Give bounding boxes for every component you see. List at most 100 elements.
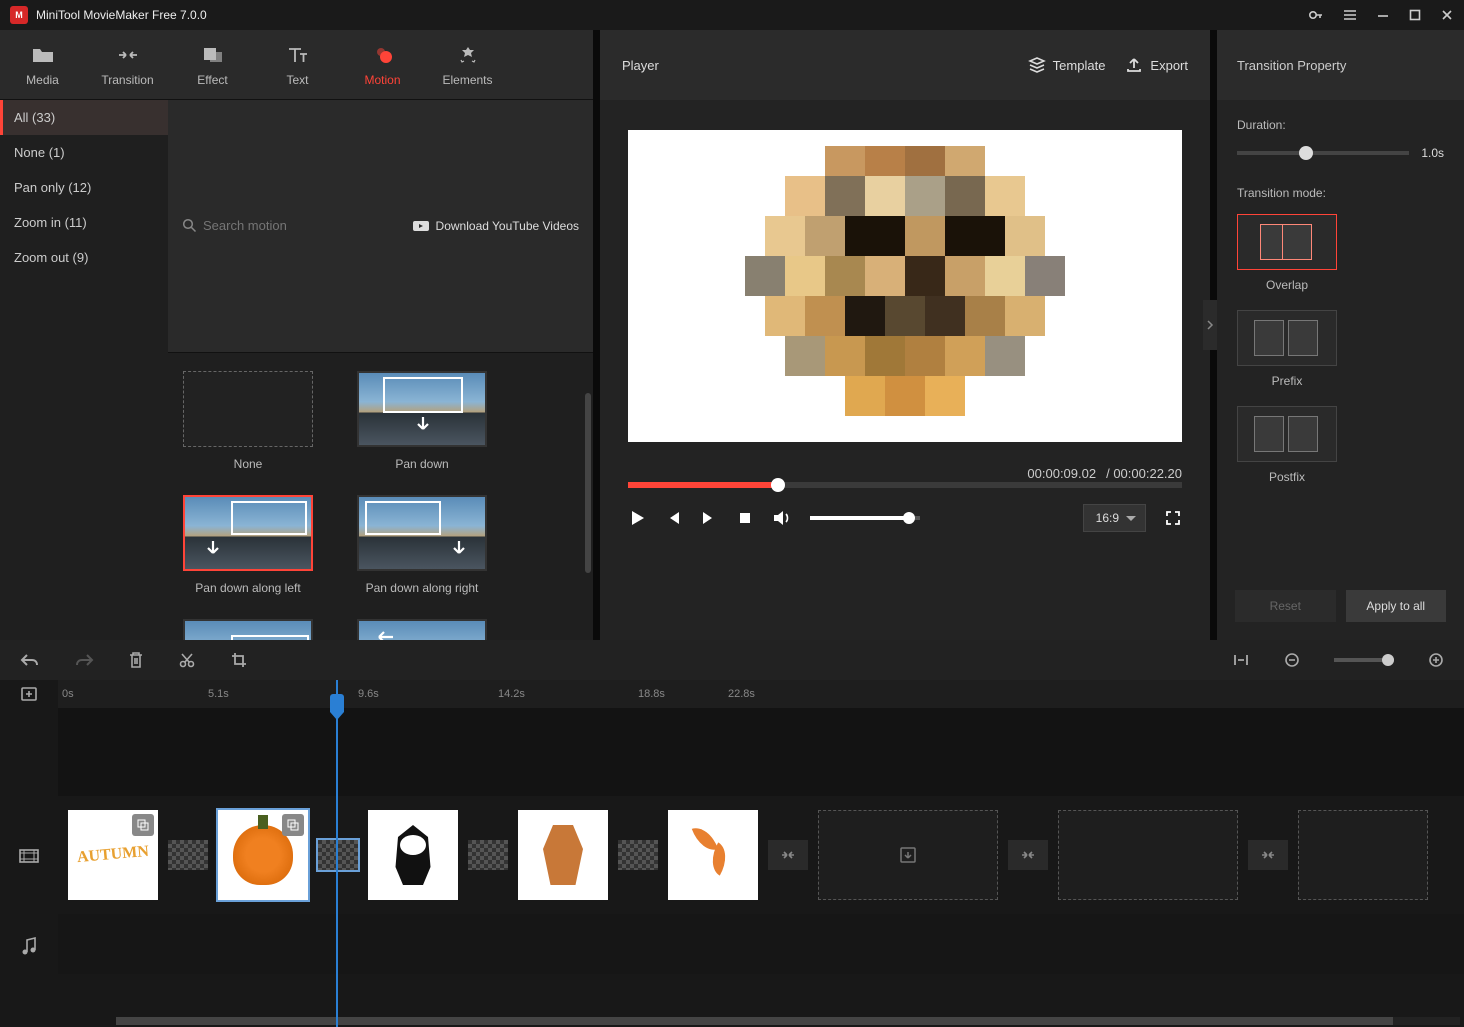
search-input[interactable] — [203, 218, 412, 233]
aspect-select[interactable]: 16:9 — [1083, 504, 1146, 532]
timeline-ruler[interactable]: 0s 5.1s 9.6s 14.2s 18.8s 22.8s — [58, 680, 1464, 708]
undo-button[interactable] — [20, 652, 40, 668]
tab-effect-label: Effect — [197, 73, 227, 87]
duration-value: 1.0s — [1421, 146, 1444, 160]
tab-text[interactable]: Text — [255, 30, 340, 99]
motion-pan-down-left-label: Pan down along left — [195, 581, 300, 595]
transition-placeholder-3[interactable] — [1248, 840, 1288, 870]
category-pan-only[interactable]: Pan only (12) — [0, 170, 168, 205]
mode-prefix[interactable]: Prefix — [1237, 310, 1337, 388]
transition-icon — [115, 43, 141, 67]
effect-icon — [201, 43, 225, 67]
clip-5[interactable] — [668, 810, 758, 900]
transition-slot-2[interactable] — [318, 840, 358, 870]
clip-2[interactable] — [218, 810, 308, 900]
transition-slot-1[interactable] — [168, 840, 208, 870]
mode-label: Transition mode: — [1237, 186, 1444, 200]
duration-label: Duration: — [1237, 118, 1444, 132]
ruler-mark: 18.8s — [638, 688, 665, 700]
clip-media-icon — [132, 814, 154, 836]
ruler-mark: 0s — [62, 688, 74, 700]
template-icon — [1028, 56, 1046, 74]
tab-motion[interactable]: Motion — [340, 30, 425, 99]
zoom-out-button[interactable] — [1284, 652, 1300, 668]
duration-slider[interactable]: 1.0s — [1237, 146, 1444, 160]
tab-elements[interactable]: Elements — [425, 30, 510, 99]
mode-postfix[interactable]: Postfix — [1237, 406, 1337, 484]
search-icon — [182, 218, 197, 233]
reset-button[interactable]: Reset — [1235, 590, 1336, 622]
volume-icon[interactable] — [772, 509, 792, 527]
stop-button[interactable] — [736, 509, 754, 527]
transition-slot-4[interactable] — [618, 840, 658, 870]
download-youtube-button[interactable]: Download YouTube Videos — [412, 219, 579, 233]
maximize-icon[interactable] — [1408, 8, 1422, 22]
motion-pan-down-label: Pan down — [395, 457, 448, 471]
tab-transition[interactable]: Transition — [85, 30, 170, 99]
category-zoom-in[interactable]: Zoom in (11) — [0, 205, 168, 240]
right-panel: Transition Property Duration: 1.0s Trans… — [1217, 30, 1464, 640]
tab-motion-label: Motion — [364, 73, 400, 87]
category-none[interactable]: None (1) — [0, 135, 168, 170]
zoom-slider[interactable] — [1334, 658, 1394, 662]
drop-zone-3[interactable] — [1298, 810, 1428, 900]
right-panel-title: Transition Property — [1217, 30, 1464, 100]
add-track-button[interactable] — [0, 680, 58, 708]
close-icon[interactable] — [1440, 8, 1454, 22]
category-all[interactable]: All (33) — [0, 100, 168, 135]
menu-icon[interactable] — [1342, 7, 1358, 23]
transition-placeholder-1[interactable] — [768, 840, 808, 870]
category-zoom-out[interactable]: Zoom out (9) — [0, 240, 168, 275]
key-icon[interactable] — [1308, 7, 1324, 23]
scrollbar-thumb[interactable] — [585, 393, 591, 573]
fullscreen-button[interactable] — [1164, 509, 1182, 527]
motion-pan-down-right-label: Pan down along right — [366, 581, 479, 595]
motion-pan-down-along-right[interactable]: Pan down along right — [352, 495, 492, 595]
motion-none[interactable]: None — [178, 371, 318, 471]
motion-pan-left[interactable]: Pan left — [178, 619, 318, 641]
app-logo: M — [10, 6, 28, 24]
panel-expand-handle[interactable] — [1203, 300, 1217, 350]
ruler-mark: 14.2s — [498, 688, 525, 700]
export-button[interactable]: Export — [1125, 56, 1188, 74]
apply-all-button[interactable]: Apply to all — [1346, 590, 1447, 622]
prev-button[interactable] — [664, 509, 682, 527]
redo-button[interactable] — [74, 652, 94, 668]
timeline-scrollbar[interactable] — [116, 1017, 1460, 1025]
volume-slider[interactable] — [810, 516, 920, 520]
play-button[interactable] — [628, 509, 646, 527]
audio-track[interactable] — [58, 914, 1464, 974]
motion-pan-left-along-bottom[interactable]: Pan left along bottom — [352, 619, 492, 641]
clip-1[interactable]: AUTUMN — [68, 810, 158, 900]
tab-media[interactable]: Media — [0, 30, 85, 99]
split-button[interactable] — [178, 651, 196, 669]
minimize-icon[interactable] — [1376, 8, 1390, 22]
tab-effect[interactable]: Effect — [170, 30, 255, 99]
video-track[interactable]: AUTUMN — [58, 796, 1464, 914]
motion-pan-down[interactable]: Pan down — [352, 371, 492, 471]
clip-3[interactable] — [368, 810, 458, 900]
video-track-icon[interactable] — [0, 796, 58, 916]
fit-button[interactable] — [1232, 652, 1250, 668]
delete-button[interactable] — [128, 651, 144, 669]
clip-4[interactable] — [518, 810, 608, 900]
playhead[interactable] — [336, 680, 338, 1027]
transition-placeholder-2[interactable] — [1008, 840, 1048, 870]
mode-overlap[interactable]: Overlap — [1237, 214, 1337, 292]
crop-button[interactable] — [230, 651, 248, 669]
next-button[interactable] — [700, 509, 718, 527]
tab-transition-label: Transition — [101, 73, 153, 87]
audio-track-icon[interactable] — [0, 916, 58, 976]
motion-pan-down-along-left[interactable]: Pan down along left — [178, 495, 318, 595]
drop-zone-2[interactable] — [1058, 810, 1238, 900]
ruler-mark: 5.1s — [208, 688, 229, 700]
aspect-value: 16:9 — [1096, 511, 1119, 525]
top-tabs: Media Transition Effect Text Motion — [0, 30, 593, 100]
transition-slot-3[interactable] — [468, 840, 508, 870]
timeline-toolbar — [0, 640, 1464, 680]
player-title: Player — [622, 58, 1008, 73]
zoom-in-button[interactable] — [1428, 652, 1444, 668]
drop-zone-1[interactable] — [818, 810, 998, 900]
template-button[interactable]: Template — [1028, 56, 1106, 74]
seek-bar[interactable]: 00:00:09.02 / 00:00:22.20 — [628, 482, 1182, 488]
